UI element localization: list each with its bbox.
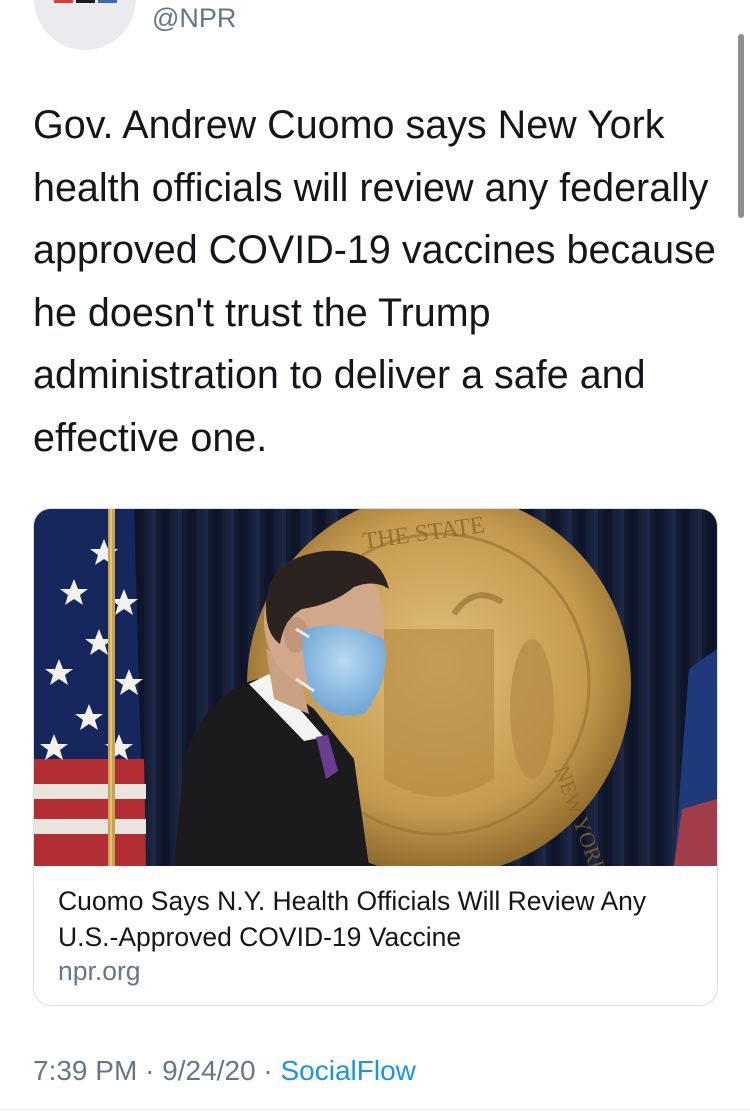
tweet-source-link[interactable]: SocialFlow	[280, 1055, 415, 1086]
meta-separator: ·	[145, 1055, 155, 1086]
card-image[interactable]: THE STATE NEW YORK	[34, 509, 717, 866]
scrollbar[interactable]	[738, 34, 744, 218]
user-handle[interactable]: @NPR	[152, 3, 236, 34]
tweet-text: Gov. Andrew Cuomo says New York health o…	[33, 103, 716, 460]
tweet-date: 9/24/20	[162, 1055, 256, 1086]
link-card[interactable]: THE STATE NEW YORK Cuomo Says N.Y. Healt…	[33, 508, 718, 1006]
tweet-time: 7:39 PM	[33, 1055, 138, 1086]
avatar[interactable]	[34, 0, 136, 50]
npr-logo	[54, 0, 117, 3]
meta-separator: ·	[263, 1055, 273, 1086]
card-domain: npr.org	[58, 956, 141, 986]
tweet-meta: 7:39 PM · 9/24/20 · SocialFlow	[33, 1055, 416, 1087]
card-title[interactable]: Cuomo Says N.Y. Health Officials Will Re…	[58, 883, 698, 955]
divider	[0, 1109, 750, 1110]
